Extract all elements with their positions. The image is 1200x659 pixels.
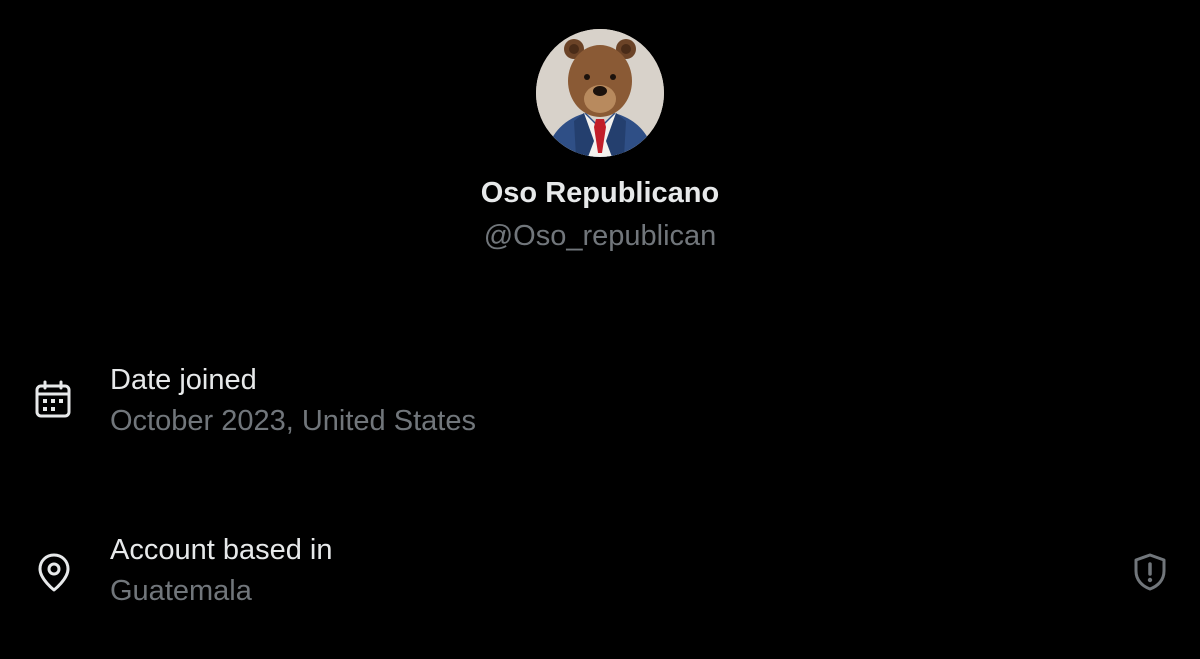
profile-display-name: Oso Republicano [480, 177, 720, 209]
date-joined-label: Date joined [110, 364, 257, 396]
account-location-value: Guatemala [110, 575, 252, 607]
shield-alert-icon[interactable] [1131, 552, 1169, 592]
profile-avatar[interactable] [536, 29, 664, 157]
date-joined-value: October 2023, United States [110, 405, 476, 437]
account-location-label: Account based in [110, 534, 333, 566]
profile-handle: @Oso_republican [483, 220, 717, 252]
calendar-icon [35, 380, 71, 418]
location-pin-icon [38, 553, 70, 592]
account-location-row: Account based in Guatemala [0, 530, 1200, 620]
date-joined-row: Date joined October 2023, United States [0, 360, 1200, 450]
